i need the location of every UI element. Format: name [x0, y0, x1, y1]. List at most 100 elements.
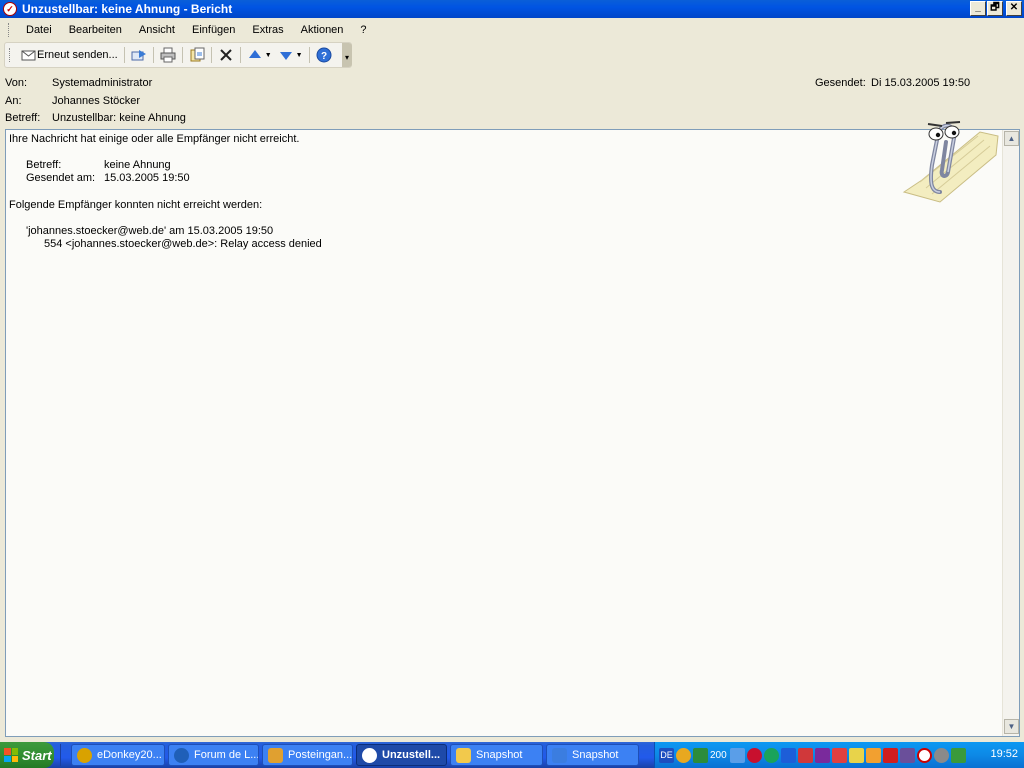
- menu-help[interactable]: ?: [351, 24, 374, 36]
- previous-item-button[interactable]: ▼: [244, 45, 275, 65]
- browser-icon: [174, 747, 189, 763]
- chevron-down-icon[interactable]: ▼: [296, 52, 303, 59]
- window-controls: _ 🗗 ✕: [970, 1, 1022, 16]
- scroll-up-button[interactable]: ▲: [1004, 131, 1019, 146]
- app-icon[interactable]: [797, 747, 813, 763]
- body-error: 554 <johannes.stoecker@web.de>: Relay ac…: [44, 238, 322, 250]
- edonkey-icon: [77, 747, 92, 763]
- help-button[interactable]: ?: [313, 45, 335, 65]
- clock-app-icon[interactable]: [676, 747, 691, 763]
- forward-icon: [131, 50, 146, 61]
- print-icon: [160, 47, 176, 63]
- taskbar: Start eDonkey20... Forum de L... Postein…: [0, 742, 1024, 768]
- link-icon[interactable]: [865, 747, 881, 763]
- toolbar-grip[interactable]: [9, 48, 12, 62]
- menu-einfuegen[interactable]: Einfügen: [183, 24, 243, 36]
- body-sent-value: 15.03.2005 19:50: [104, 172, 190, 184]
- snapshot-icon: [552, 747, 567, 763]
- from-value[interactable]: Systemadministrator: [52, 77, 152, 89]
- task-edonkey[interactable]: eDonkey20...: [71, 744, 165, 766]
- window-title: Unzustellbar: keine Ahnung - Bericht: [22, 2, 233, 16]
- standard-toolbar: Erneut senden... ▼ ▼ ? ▾: [4, 42, 352, 68]
- antivirus-icon[interactable]: [746, 747, 762, 763]
- usb-icon[interactable]: [950, 747, 966, 763]
- pen-icon[interactable]: [848, 747, 864, 763]
- move-button[interactable]: [186, 45, 208, 65]
- kaspersky-icon[interactable]: [882, 747, 898, 763]
- toolbar-separator: [239, 47, 241, 63]
- shield-icon[interactable]: [814, 747, 830, 763]
- menu-extras[interactable]: Extras: [243, 24, 291, 36]
- clock[interactable]: 19:52: [990, 748, 1018, 760]
- svg-text:?: ?: [321, 51, 327, 62]
- vertical-scrollbar[interactable]: ▲ ▼: [1002, 130, 1019, 736]
- menu-bearbeiten[interactable]: Bearbeiten: [60, 24, 130, 36]
- task-inbox[interactable]: Posteingan...: [262, 744, 353, 766]
- task-snapshot-app[interactable]: Snapshot: [546, 744, 639, 766]
- sent-value: Di 15.03.2005 19:50: [871, 77, 971, 89]
- start-button[interactable]: Start: [0, 742, 54, 768]
- tray-counter: 200: [710, 749, 727, 761]
- menu-grip[interactable]: [8, 23, 11, 37]
- resend-icon: [21, 50, 36, 61]
- toolbar-options-button[interactable]: ▾: [342, 43, 352, 67]
- minimize-button[interactable]: _: [970, 1, 986, 16]
- globe-icon[interactable]: [763, 747, 779, 763]
- help-icon: ?: [316, 47, 332, 63]
- forward-button[interactable]: [128, 45, 150, 65]
- body-subject-value: keine Ahnung: [104, 159, 171, 171]
- to-label: An:: [5, 95, 22, 107]
- next-icon: [279, 52, 292, 60]
- report-icon[interactable]: ✓: [3, 2, 17, 16]
- sent-label: Gesendet:: [815, 77, 866, 89]
- restore-button[interactable]: 🗗: [987, 1, 1003, 16]
- report-icon: [362, 747, 377, 763]
- settings-icon[interactable]: [933, 747, 949, 763]
- delete-button[interactable]: [215, 45, 237, 65]
- scroll-down-button[interactable]: ▼: [1004, 719, 1019, 734]
- disconnect-icon[interactable]: [899, 747, 915, 763]
- system-tray: DE 200 19:52: [654, 742, 1024, 768]
- task-label: Snapshot: [476, 749, 523, 761]
- menu-aktionen[interactable]: Aktionen: [292, 24, 352, 36]
- message-body[interactable]: Ihre Nachricht hat einige oder alle Empf…: [5, 129, 1020, 737]
- toolbar-separator: [210, 47, 212, 63]
- task-label: Posteingan...: [288, 749, 353, 761]
- network-icon[interactable]: [693, 747, 708, 763]
- menu-datei[interactable]: Datei: [17, 24, 60, 36]
- office-assistant-icon[interactable]: [900, 110, 1000, 205]
- body-intro: Ihre Nachricht hat einige oder alle Empf…: [9, 133, 300, 145]
- task-label: Snapshot: [572, 749, 619, 761]
- start-label: Start: [22, 747, 52, 763]
- body-sent-label: Gesendet am:: [26, 172, 96, 184]
- print-button[interactable]: [157, 45, 179, 65]
- task-forum[interactable]: Forum de L...: [168, 744, 259, 766]
- chevron-down-icon[interactable]: ▼: [265, 52, 272, 59]
- previous-icon: [248, 50, 261, 58]
- close-button[interactable]: ✕: [1006, 1, 1022, 16]
- toolbar-separator: [308, 47, 310, 63]
- language-indicator[interactable]: DE: [659, 747, 674, 763]
- signal-icon[interactable]: [780, 747, 796, 763]
- menu-bar: Datei Bearbeiten Ansicht Einfügen Extras…: [0, 18, 1024, 42]
- tool-icon[interactable]: [831, 747, 847, 763]
- task-label: Unzustell...: [382, 749, 441, 761]
- task-undeliverable[interactable]: Unzustell...: [356, 744, 447, 766]
- resend-button[interactable]: Erneut senden...: [18, 45, 121, 65]
- task-snapshot-folder[interactable]: Snapshot: [450, 744, 543, 766]
- outlook-icon: [268, 747, 283, 763]
- volume-icon[interactable]: [729, 747, 745, 763]
- body-recipients-heading: Folgende Empfänger konnten nicht erreich…: [9, 199, 263, 211]
- to-value[interactable]: Johannes Stöcker: [52, 95, 140, 107]
- title-bar: ✓ Unzustellbar: keine Ahnung - Bericht _…: [0, 0, 1024, 18]
- toolbar-separator: [181, 47, 183, 63]
- menu-ansicht[interactable]: Ansicht: [130, 24, 183, 36]
- task-label: eDonkey20...: [97, 749, 162, 761]
- body-recipient[interactable]: 'johannes.stoecker@web.de' am 15.03.2005…: [26, 225, 273, 238]
- move-icon: [190, 47, 205, 62]
- registered-icon[interactable]: [916, 747, 932, 763]
- subject-value: Unzustellbar: keine Ahnung: [52, 112, 186, 124]
- delete-icon: [220, 49, 232, 61]
- next-item-button[interactable]: ▼: [275, 45, 306, 65]
- quicklaunch-divider: [60, 744, 68, 766]
